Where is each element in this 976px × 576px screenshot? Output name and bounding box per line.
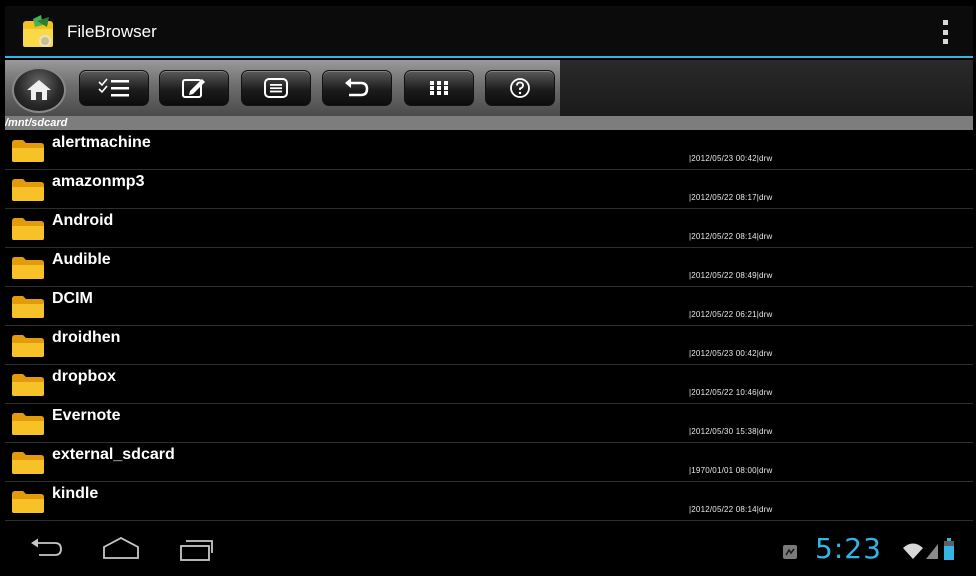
list-item[interactable]: DCIM |2012/05/22 06:21|drw (5, 286, 973, 326)
folder-icon (12, 413, 44, 435)
file-meta: |2012/05/22 08:14|drw (689, 232, 773, 241)
file-name: Evernote (52, 407, 121, 424)
grid-icon (430, 81, 448, 95)
action-bar-divider (5, 56, 973, 58)
folder-icon (12, 296, 44, 318)
help-icon (510, 78, 530, 98)
back-arrow-icon (345, 78, 369, 97)
folder-icon (12, 335, 44, 357)
file-meta: |2012/05/22 10:46|drw (689, 388, 773, 397)
home-nav-icon[interactable] (101, 536, 141, 560)
overflow-menu-icon[interactable] (941, 20, 949, 44)
app-logo-icon[interactable] (21, 15, 55, 49)
back-button[interactable] (322, 70, 392, 106)
signal-icon (926, 544, 938, 559)
file-name: droidhen (52, 329, 121, 346)
help-button[interactable] (485, 70, 555, 106)
folder-icon (12, 179, 44, 201)
file-name: dropbox (52, 368, 116, 385)
list-icon (264, 78, 288, 98)
folder-icon (12, 257, 44, 279)
file-meta: |2012/05/22 08:14|drw (689, 505, 773, 514)
list-item[interactable]: kindle |2012/05/22 08:14|drw (5, 481, 973, 521)
file-name: DCIM (52, 290, 93, 307)
app-title: FileBrowser (67, 22, 157, 41)
file-meta: |2012/05/22 06:21|drw (689, 310, 773, 319)
file-meta: |2012/05/30 15:38|drw (689, 427, 773, 436)
file-meta: |2012/05/22 08:49|drw (689, 271, 773, 280)
multi-select-icon (98, 78, 129, 97)
edit-icon (182, 79, 205, 98)
folder-icon (12, 140, 44, 162)
edit-button[interactable] (159, 70, 229, 106)
list-item-partial[interactable] (5, 520, 973, 525)
home-icon (27, 80, 51, 100)
home-button[interactable] (12, 67, 66, 113)
file-name: Android (52, 212, 114, 229)
list-item[interactable]: droidhen |2012/05/23 00:42|drw (5, 325, 973, 365)
list-item[interactable]: Evernote |2012/05/30 15:38|drw (5, 403, 973, 443)
file-meta: |1970/01/01 08:00|drw (689, 466, 773, 475)
system-navigation-bar: 5:23 (5, 526, 973, 571)
file-meta: |2012/05/22 08:17|drw (689, 193, 773, 202)
toolbar-empty-area (560, 60, 973, 116)
list-item[interactable]: Android |2012/05/22 08:14|drw (5, 208, 973, 248)
list-item[interactable]: Audible |2012/05/22 08:49|drw (5, 247, 973, 287)
file-meta: |2012/05/23 00:42|drw (689, 154, 773, 163)
clock: 5:23 (815, 532, 882, 565)
action-bar: FileBrowser (5, 6, 973, 58)
folder-icon (12, 374, 44, 396)
list-item[interactable]: dropbox |2012/05/22 10:46|drw (5, 364, 973, 404)
notification-icon[interactable] (782, 544, 798, 560)
list-item[interactable]: alertmachine |2012/05/23 00:42|drw (5, 130, 973, 170)
folder-icon (12, 452, 44, 474)
app-window: FileBrowser /mnt/sdcard alertmachine |20… (5, 6, 973, 571)
wifi-icon (903, 543, 923, 559)
grid-view-button[interactable] (404, 70, 474, 106)
list-item[interactable]: external_sdcard |1970/01/01 08:00|drw (5, 442, 973, 482)
file-name: external_sdcard (52, 446, 175, 463)
multi-select-button[interactable] (79, 70, 149, 106)
toolbar (5, 60, 973, 116)
folder-icon (12, 218, 44, 240)
file-name: Audible (52, 251, 111, 268)
battery-icon (944, 538, 954, 560)
list-view-button[interactable] (241, 70, 311, 106)
current-path: /mnt/sdcard (5, 117, 68, 129)
path-bar: /mnt/sdcard (5, 116, 973, 130)
folder-icon (12, 491, 44, 513)
file-name: kindle (52, 485, 99, 502)
list-item[interactable]: amazonmp3 |2012/05/22 08:17|drw (5, 169, 973, 209)
file-name: alertmachine (52, 134, 151, 151)
back-icon[interactable] (29, 538, 63, 560)
file-name: amazonmp3 (52, 173, 145, 190)
file-list[interactable]: alertmachine |2012/05/23 00:42|drw amazo… (5, 130, 973, 525)
recent-apps-icon[interactable] (178, 538, 218, 562)
file-meta: |2012/05/23 00:42|drw (689, 349, 773, 358)
